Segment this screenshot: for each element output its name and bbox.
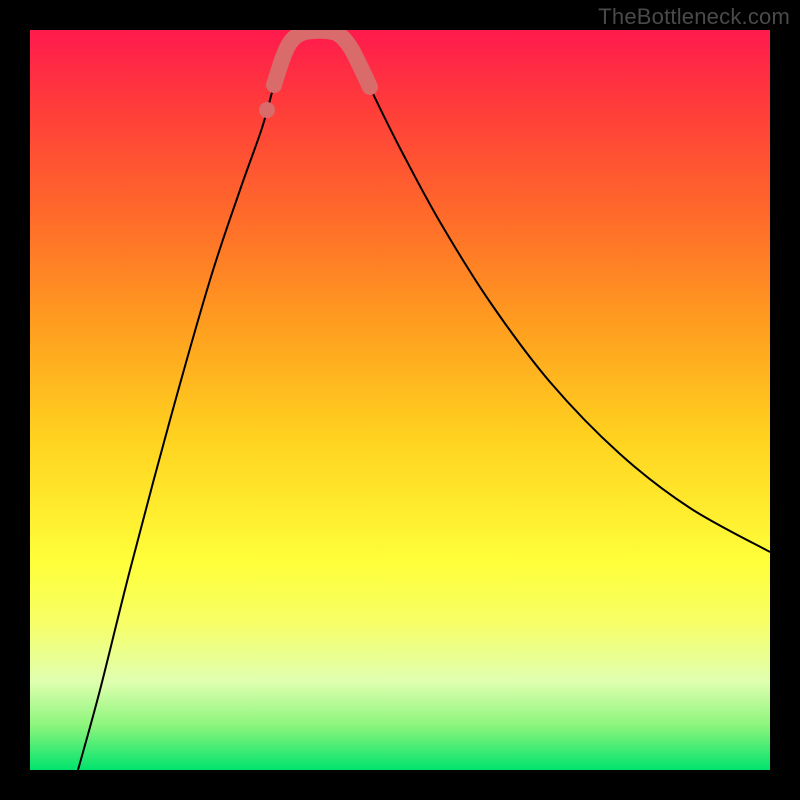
bottleneck-curve	[78, 31, 770, 770]
chart-frame: TheBottleneck.com	[0, 0, 800, 800]
highlight-arc	[274, 31, 370, 87]
chart-svg	[30, 30, 770, 770]
watermark-text: TheBottleneck.com	[598, 4, 790, 30]
plot-area	[30, 30, 770, 770]
highlight-dot	[259, 102, 275, 118]
